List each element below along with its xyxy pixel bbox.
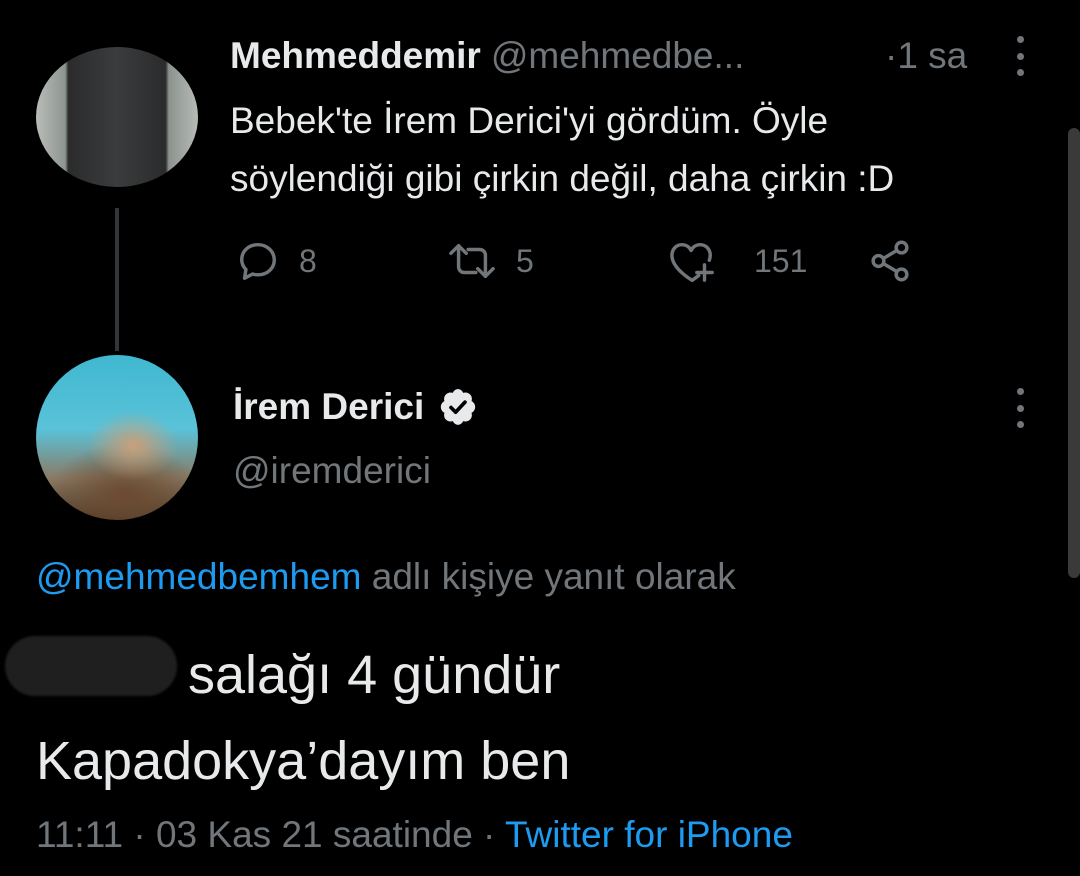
tweet2-text: salağı 4 gündür Kapadokya’dayım ben <box>36 632 1056 804</box>
reply-count: 8 <box>299 242 317 279</box>
tweet2-meta: 11:11 · 03 Kas 21 saatinde · Twitter for… <box>36 810 793 860</box>
tweet1-time-wrap: ·1 sa <box>885 32 967 80</box>
share-button[interactable] <box>866 235 914 287</box>
thread-connector-line <box>115 208 119 351</box>
reply-context: @mehmedbemhem adlı kişiye yanıt olarak <box>36 552 736 602</box>
tweet2-source[interactable]: Twitter for iPhone <box>505 814 793 855</box>
verified-icon <box>441 389 476 425</box>
reply-to-mention[interactable]: @mehmedbemhem <box>36 556 361 597</box>
tweet1-time[interactable]: ·1 sa <box>885 35 967 76</box>
tweet1-text-line2: söylendiği gibi çirkin değil, daha çirki… <box>230 158 895 199</box>
avatar-mehmeddemir[interactable] <box>36 47 198 187</box>
tweet2-text-line2: Kapadokya’dayım ben <box>36 731 571 791</box>
more-icon[interactable] <box>1015 36 1025 76</box>
reply-icon <box>239 242 277 280</box>
scrollbar[interactable] <box>1068 128 1080 578</box>
tweet1-handle[interactable]: @mehmedbe... <box>491 35 745 76</box>
tweet2-display-name[interactable]: İrem Derici <box>233 382 424 432</box>
tweet1-text-line1: Bebek'te İrem Derici'yi gördüm. Öyle <box>230 100 829 141</box>
tweet1-text: Bebek'te İrem Derici'yi gördüm. Öyle söy… <box>230 92 1060 208</box>
reply-button[interactable]: 8 <box>235 235 317 287</box>
like-icon <box>670 242 714 283</box>
tweet2-handle[interactable]: @iremderici <box>233 446 431 496</box>
retweet-button[interactable]: 5 <box>446 235 534 287</box>
tweet2-header: İrem Derici <box>233 382 478 432</box>
like-count: 151 <box>754 242 808 279</box>
tweet2-timestamp[interactable]: 11:11 · 03 Kas 21 saatinde · <box>36 814 505 855</box>
redaction-mark <box>5 636 177 696</box>
tweet2-text-line1: salağı 4 gündür <box>188 645 561 705</box>
retweet-count: 5 <box>516 242 534 279</box>
retweet-icon <box>449 243 495 279</box>
like-button[interactable]: 151 <box>668 235 807 287</box>
share-icon <box>871 240 909 282</box>
avatar-iremderici[interactable] <box>36 355 198 520</box>
tweet1-header: Mehmeddemir @mehmedbe... <box>230 32 744 80</box>
reply-context-text: adlı kişiye yanıt olarak <box>361 556 736 597</box>
tweet1-display-name[interactable]: Mehmeddemir <box>230 35 481 76</box>
more-icon[interactable] <box>1015 388 1025 428</box>
